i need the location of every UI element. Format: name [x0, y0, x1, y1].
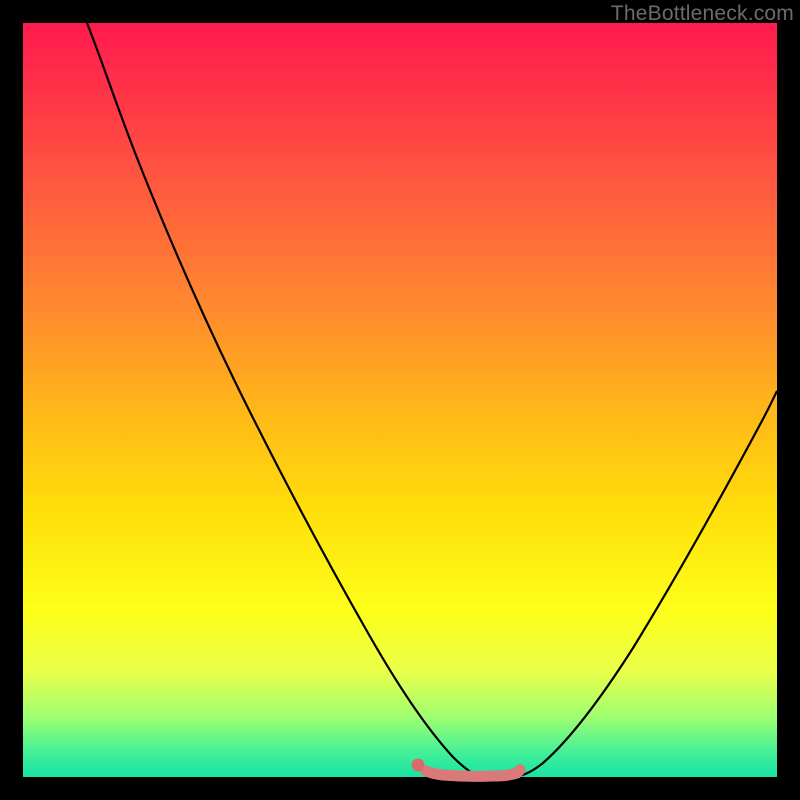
optimal-flat-segment	[426, 770, 520, 776]
flat-end-dot	[515, 765, 526, 776]
bottleneck-curve	[87, 23, 777, 776]
flat-start-dot	[412, 759, 425, 772]
chart-frame: TheBottleneck.com	[0, 0, 800, 800]
plot-area	[23, 23, 777, 777]
bottleneck-curve-svg	[23, 23, 777, 777]
